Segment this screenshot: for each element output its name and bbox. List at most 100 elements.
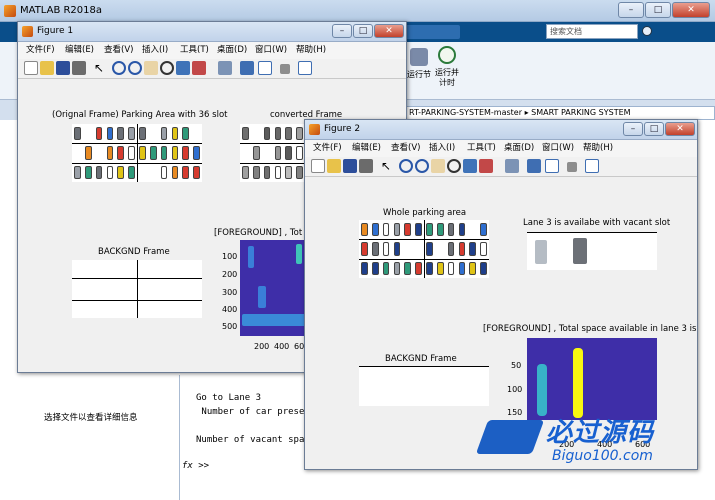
menu-insert[interactable]: 插入(I) [142,42,168,59]
rotate-icon[interactable] [447,159,461,173]
show-plot-tools-icon[interactable] [298,61,312,75]
menu-tools[interactable]: 工具(T) [467,140,496,157]
figure-1-menu-bar: 文件(F) 编辑(E) 查看(V) 插入(I) 工具(T) 桌面(D) 窗口(W… [18,42,406,59]
fg1-ytick: 200 [222,270,238,279]
data-cursor-icon[interactable] [463,159,477,173]
new-figure-icon[interactable] [311,159,325,173]
car [182,165,190,179]
legend-icon[interactable] [545,159,559,173]
zoom-in-icon[interactable] [112,61,126,75]
menu-edit[interactable]: 编辑(E) [65,42,94,59]
menu-insert[interactable]: 插入(I) [429,140,455,157]
pointer-icon[interactable]: ↖ [94,61,108,75]
data-cursor-icon[interactable] [176,61,190,75]
figure-2-close-button[interactable]: ✕ [665,122,695,136]
menu-view[interactable]: 查看(V) [104,42,133,59]
link-plot-icon[interactable] [505,159,519,173]
save-icon[interactable] [343,159,357,173]
command-prompt[interactable]: fx >> [182,461,209,471]
show-plot-tools-icon[interactable] [585,159,599,173]
figure-2-title-bar[interactable]: Figure 2 – □ ✕ [305,120,697,140]
hide-plot-tools-icon[interactable] [567,162,577,172]
car [447,261,455,275]
menu-edit[interactable]: 编辑(E) [352,140,381,157]
menu-window[interactable]: 窗口(W) [255,42,287,59]
link-plot-icon[interactable] [218,61,232,75]
print-icon[interactable] [359,159,373,173]
colorbar-icon[interactable] [527,159,541,173]
cmd-line-1: Go to Lane 3 [196,393,262,403]
figure-1-title-bar[interactable]: Figure 1 – □ ✕ [18,22,406,42]
car [426,223,433,237]
save-icon[interactable] [56,61,70,75]
original-frame-image [72,124,202,182]
minimize-button[interactable]: – [618,2,644,18]
new-figure-icon[interactable] [24,61,38,75]
tab-editor[interactable] [400,25,460,39]
pan-icon[interactable] [431,159,445,173]
lane-divider [137,124,138,182]
car [171,127,179,141]
pan-icon[interactable] [144,61,158,75]
figure-1-maximize-button[interactable]: □ [353,24,373,38]
hide-plot-tools-icon[interactable] [280,64,290,74]
car [263,165,271,179]
lane-3-image [527,232,657,270]
car [404,223,412,237]
car [404,261,412,275]
axes-lane-title: Lane 3 is availabe with vacant slot [523,218,671,228]
legend-icon[interactable] [258,61,272,75]
figure-1-minimize-button[interactable]: – [332,24,352,38]
menu-file[interactable]: 文件(F) [26,42,55,59]
colorbar-icon[interactable] [240,61,254,75]
figure-2-maximize-button[interactable]: □ [644,122,664,136]
menu-file[interactable]: 文件(F) [313,140,342,157]
figure-2-minimize-button[interactable]: – [623,122,643,136]
menu-help[interactable]: 帮助(H) [583,140,613,157]
current-folder-path[interactable]: RT-PARKING-SYSTEM-master ▸ SMART PARKING… [405,106,715,120]
main-title-bar: MATLAB R2018a – □ ✕ [0,0,715,22]
zoom-in-icon[interactable] [399,159,413,173]
menu-window[interactable]: 窗口(W) [542,140,574,157]
open-file-icon[interactable] [40,61,54,75]
rotate-icon[interactable] [160,61,174,75]
figure-1-close-button[interactable]: ✕ [374,24,404,38]
brush-icon[interactable] [192,61,206,75]
search-documentation-input[interactable]: 搜索文档 [546,24,638,39]
zoom-out-icon[interactable] [415,159,429,173]
car [128,127,135,141]
backgnd-frame-image [359,366,489,406]
figure-logo-icon [22,26,33,37]
pointer-icon[interactable]: ↖ [381,159,395,173]
maximize-button[interactable]: □ [645,2,671,18]
run-section-icon[interactable] [410,48,428,66]
fg1-xtick: 400 [274,342,290,351]
car [274,165,282,179]
car [252,146,260,160]
car [296,165,303,179]
axes-foreground-title: [FOREGROUND] , Tot [214,228,303,238]
close-button[interactable]: ✕ [672,2,710,18]
car [285,127,293,141]
axes-backgnd-title: BACKGND Frame [385,354,457,364]
menu-tools[interactable]: 工具(T) [180,42,209,59]
menu-help[interactable]: 帮助(H) [296,42,326,59]
car [469,261,477,275]
run-and-time-icon[interactable] [438,46,456,64]
car [382,223,390,237]
menu-view[interactable]: 查看(V) [391,140,420,157]
zoom-out-icon[interactable] [128,61,142,75]
print-icon[interactable] [72,61,86,75]
brush-icon[interactable] [479,159,493,173]
car [117,165,125,179]
car [149,146,157,160]
menu-desktop[interactable]: 桌面(D) [504,140,534,157]
menu-desktop[interactable]: 桌面(D) [217,42,247,59]
car [436,261,444,275]
car [274,127,282,141]
car [480,261,487,275]
car [242,165,249,179]
notification-icon[interactable] [642,26,652,36]
open-file-icon[interactable] [327,159,341,173]
foreground-image [527,338,657,420]
